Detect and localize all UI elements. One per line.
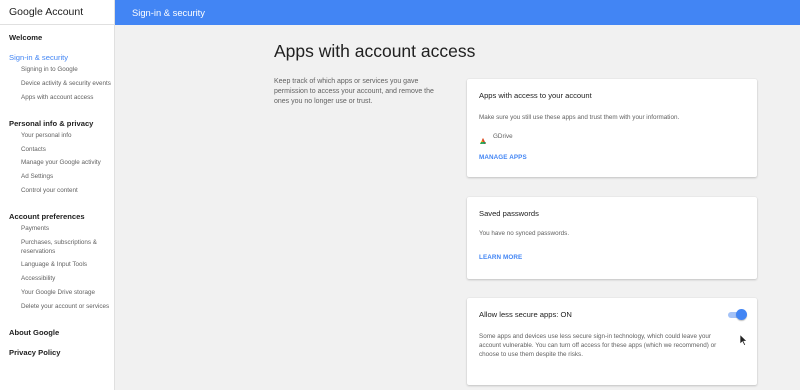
saved-passwords-card: Saved passwords You have no synced passw…	[467, 197, 757, 279]
sidebar-item[interactable]: Your personal info	[0, 132, 114, 141]
sidebar-item[interactable]: Contacts	[0, 146, 114, 155]
brand-title[interactable]: Google Account	[0, 0, 114, 25]
sidebar-section[interactable]: Personal info & privacy	[0, 119, 114, 128]
sidebar-item[interactable]: Control your content	[0, 187, 114, 196]
apps-access-title: Apps with access to your account	[479, 91, 592, 100]
sidebar-item[interactable]: Apps with account access	[0, 94, 114, 103]
sidebar-section[interactable]: Sign-in & security	[0, 53, 114, 62]
sidebar-item[interactable]: Delete your account or services	[0, 303, 114, 312]
sidebar-nav: Welcome Sign-in & security Signing in to G…	[0, 25, 114, 357]
sidebar-item[interactable]: Purchases, subscriptions & reservations	[0, 239, 114, 257]
app-list-item[interactable]: GDrive	[479, 132, 745, 145]
top-bar: Sign-in & security	[115, 0, 800, 25]
sidebar: Google Account Welcome Sign-in & security…	[0, 0, 115, 390]
app-name: GDrive	[493, 132, 513, 140]
saved-passwords-description: You have no synced passwords.	[479, 230, 570, 237]
sidebar-section[interactable]: Privacy Policy	[0, 348, 114, 357]
less-secure-title: Allow less secure apps: ON	[479, 310, 572, 319]
sidebar-item[interactable]: Your Google Drive storage	[0, 289, 114, 298]
sidebar-section[interactable]: About Google	[0, 328, 114, 337]
header-title: Sign-in & security	[132, 7, 205, 18]
page-title: Apps with account access	[274, 41, 476, 61]
gdrive-icon	[479, 132, 487, 145]
sidebar-item[interactable]: Device activity & security events	[0, 80, 114, 89]
page-intro: Keep track of which apps or services you…	[274, 78, 434, 106]
sidebar-section[interactable]: Account preferences	[0, 212, 114, 221]
sidebar-item[interactable]: Manage your Google activity	[0, 159, 114, 168]
sidebar-section[interactable]: Welcome	[0, 33, 114, 42]
sidebar-item[interactable]: Ad Settings	[0, 173, 114, 182]
saved-passwords-title: Saved passwords	[479, 209, 539, 218]
manage-apps-link[interactable]: MANAGE APPS	[479, 154, 745, 161]
sidebar-item[interactable]: Payments	[0, 225, 114, 234]
sidebar-item[interactable]: Language & Input Tools	[0, 261, 114, 270]
sidebar-item[interactable]: Signing in to Google	[0, 66, 114, 75]
sidebar-item[interactable]: Accessibility	[0, 275, 114, 284]
apps-access-description: Make sure you still use these apps and t…	[479, 114, 680, 121]
learn-more-link[interactable]: LEARN MORE	[479, 254, 745, 261]
less-secure-apps-card: Allow less secure apps: ON Some apps and…	[467, 298, 757, 385]
apps-access-card: Apps with access to your account Make su…	[467, 79, 757, 177]
less-secure-toggle[interactable]	[727, 309, 747, 321]
less-secure-description: Some apps and devices use less secure si…	[479, 333, 717, 359]
mouse-cursor-icon	[739, 334, 748, 346]
toggle-knob	[736, 309, 747, 320]
